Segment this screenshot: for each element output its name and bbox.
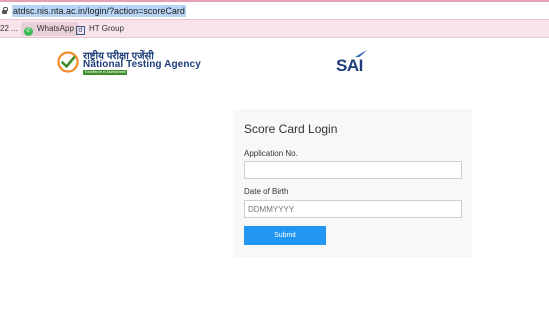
bookmark-whatsapp[interactable]: ✆ WhatsApp bbox=[21, 22, 79, 36]
sai-logo: SAI bbox=[336, 56, 363, 75]
submit-button[interactable]: Submit bbox=[244, 226, 326, 245]
nta-english-name: National Testing Agency bbox=[83, 59, 201, 70]
url-text[interactable]: atdsc.nis.nta.ac.in/login/?action=scoreC… bbox=[12, 5, 186, 17]
bookmark-ht-group-label: HT Group bbox=[89, 24, 124, 33]
bookmarks-bar: 22 ... ✆ WhatsApp d HT Group bbox=[0, 19, 549, 38]
date-of-birth-input[interactable] bbox=[244, 200, 462, 218]
nta-tagline: Excellence in Assessment bbox=[83, 70, 128, 75]
page-title: Score Card Login bbox=[244, 122, 338, 136]
bookmark-truncated[interactable]: 22 ... bbox=[0, 22, 18, 36]
lock-icon[interactable] bbox=[2, 7, 8, 14]
nta-emblem-icon bbox=[57, 51, 79, 73]
bookmark-whatsapp-label: WhatsApp bbox=[37, 24, 74, 33]
date-of-birth-label: Date of Birth bbox=[244, 187, 289, 196]
whatsapp-icon: ✆ bbox=[24, 27, 33, 36]
bookmark-ht-group[interactable]: d HT Group bbox=[73, 22, 127, 36]
score-card-login-panel: Score Card Login Application No. Date of… bbox=[233, 109, 472, 257]
application-number-input[interactable] bbox=[244, 161, 462, 179]
d-icon: d bbox=[76, 26, 85, 35]
address-bar[interactable]: atdsc.nis.nta.ac.in/login/?action=scoreC… bbox=[0, 2, 549, 19]
application-number-label: Application No. bbox=[244, 149, 298, 158]
